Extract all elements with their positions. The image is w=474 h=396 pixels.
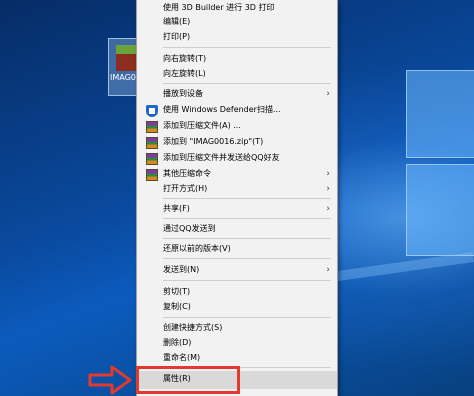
menu-item-label: 使用 Windows Defender扫描... [163, 105, 281, 114]
menu-item-send-to[interactable]: 发送到(N) › [137, 262, 337, 280]
chevron-right-icon: › [326, 89, 330, 99]
winrar-icon [146, 153, 158, 165]
menu-item-copy[interactable]: 复制(C) [137, 299, 337, 317]
menu-item-label: 使用 3D Builder 进行 3D 打印 [163, 3, 275, 12]
winrar-icon [146, 121, 158, 133]
menu-item-label: 其他压缩命令 [163, 169, 211, 178]
menu-separator [163, 280, 331, 281]
menu-separator [163, 238, 331, 239]
menu-item-label: 添加到 "IMAG0016.zip"(T) [163, 137, 264, 146]
menu-item-label: 添加到压缩文件(A) ... [163, 121, 241, 130]
windows-defender-icon [146, 105, 158, 117]
chevron-right-icon: › [326, 204, 330, 214]
menu-item-label: 创建快捷方式(S) [163, 323, 223, 332]
menu-item-label: 复制(C) [163, 302, 191, 311]
highlight-box [136, 366, 240, 394]
menu-item-label: 发送到(N) [163, 265, 200, 274]
winrar-icon [146, 137, 158, 149]
menu-item-label: 打印(P) [163, 32, 191, 41]
menu-item-label: 剪切(T) [163, 287, 191, 296]
context-menu: 使用 3D Builder 进行 3D 打印 编辑(E) 打印(P) 向右旋转(… [136, 0, 338, 396]
menu-separator [163, 258, 331, 259]
menu-item-send-via-qq[interactable]: 通过QQ发送到 [137, 221, 337, 239]
chevron-right-icon: › [326, 169, 330, 179]
chevron-right-icon: › [326, 184, 330, 194]
menu-item-label: 删除(D) [163, 338, 192, 347]
menu-separator [163, 198, 331, 199]
menu-item-open-with[interactable]: 打开方式(H) › [137, 181, 337, 199]
menu-item-label: 还原以前的版本(V) [163, 244, 231, 253]
menu-separator [163, 218, 331, 219]
menu-separator [163, 317, 331, 318]
chevron-right-icon: › [326, 265, 330, 275]
menu-item-label: 添加到压缩文件并发送给QQ好友 [163, 153, 280, 162]
red-arrow-icon [88, 365, 132, 395]
windows-logo-graphic [398, 70, 474, 260]
menu-item-label: 打开方式(H) [163, 184, 208, 193]
menu-item-label: 编辑(E) [163, 17, 191, 26]
menu-item-label: 向右旋转(T) [163, 54, 207, 63]
menu-item-print[interactable]: 打印(P) [137, 29, 337, 47]
menu-item-rotate-left[interactable]: 向左旋转(L) [137, 66, 337, 84]
menu-item-label: 播放到设备 [163, 89, 203, 98]
menu-separator [163, 83, 331, 84]
menu-item-restore-versions[interactable]: 还原以前的版本(V) [137, 241, 337, 259]
menu-item-share[interactable]: 共享(F) › [137, 201, 337, 219]
menu-item-label: 向左旋转(L) [163, 69, 206, 78]
menu-item-label: 通过QQ发送到 [163, 224, 216, 233]
menu-item-label: 重命名(M) [163, 353, 201, 362]
menu-item-label: 共享(F) [163, 204, 190, 213]
winrar-icon [146, 169, 158, 181]
menu-separator [163, 47, 331, 48]
